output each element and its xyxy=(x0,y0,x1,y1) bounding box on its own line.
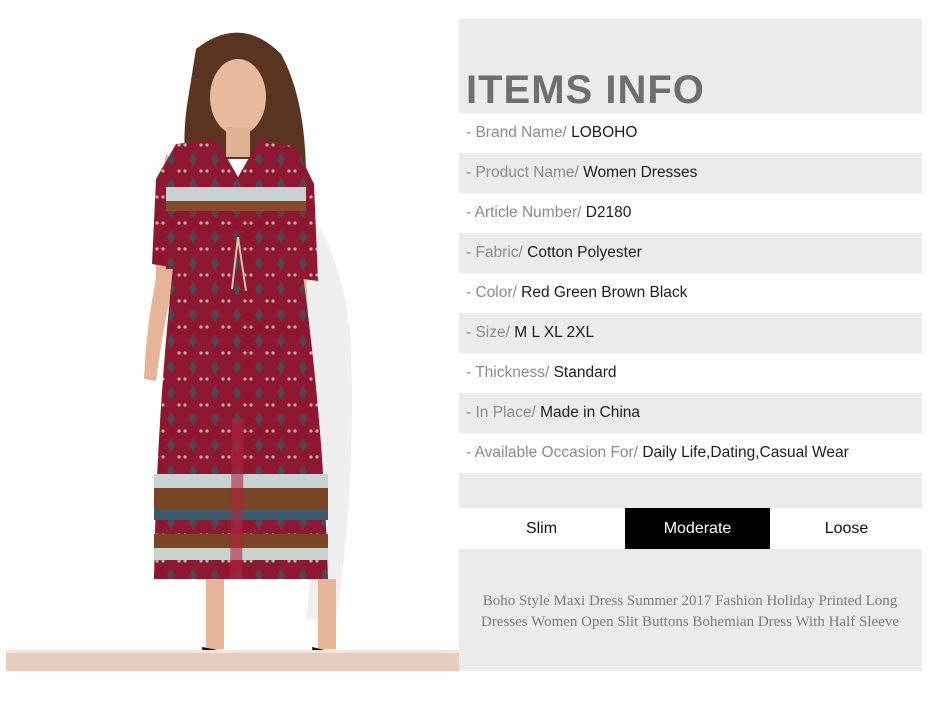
row-value: Made in China xyxy=(540,404,641,421)
info-rows: - Brand Name/ LOBOHO - Product Name/ Wom… xyxy=(459,113,922,473)
info-row-occasion: - Available Occasion For/ Daily Life,Dat… xyxy=(459,433,922,473)
items-info-title: ITEMS INFO xyxy=(466,68,705,112)
fit-option-loose[interactable]: Loose xyxy=(771,508,922,549)
info-row-fabric: - Fabric/ Cotton Polyester xyxy=(459,233,922,273)
row-value: Standard xyxy=(553,364,617,381)
row-value: Daily Life,Dating,Casual Wear xyxy=(642,444,849,461)
row-label: - Color/ xyxy=(466,284,522,301)
info-row-product-name: - Product Name/ Women Dresses xyxy=(459,153,922,193)
model-illustration xyxy=(144,32,352,665)
fit-option-moderate[interactable]: Moderate xyxy=(625,508,770,549)
floor xyxy=(6,653,459,671)
row-value: LOBOHO xyxy=(571,124,638,141)
product-description: Boho Style Maxi Dress Summer 2017 Fashio… xyxy=(480,593,899,630)
row-value: D2180 xyxy=(585,204,632,221)
fit-option-slim[interactable]: Slim xyxy=(459,508,624,549)
row-value: Red Green Brown Black xyxy=(521,284,688,301)
items-info-panel: ITEMS INFO - Brand Name/ LOBOHO - Produc… xyxy=(459,19,922,671)
model-photo xyxy=(6,19,459,671)
row-label: - In Place/ xyxy=(466,404,541,421)
info-row-brand: - Brand Name/ LOBOHO xyxy=(459,113,922,153)
row-label: - Article Number/ xyxy=(466,204,586,221)
row-label: - Product Name/ xyxy=(466,164,584,181)
info-row-color: - Color/ Red Green Brown Black xyxy=(459,273,922,313)
row-label: - Fabric/ xyxy=(466,244,528,261)
row-label: - Available Occasion For/ xyxy=(466,444,643,461)
product-info-banner: ITEMS INFO - Brand Name/ LOBOHO - Produc… xyxy=(6,19,922,671)
info-row-size: - Size/ M L XL 2XL xyxy=(459,313,922,353)
fit-selector: Slim Moderate Loose xyxy=(459,508,922,549)
row-label: - Size/ xyxy=(466,324,515,341)
info-row-thickness: - Thickness/ Standard xyxy=(459,353,922,393)
row-label: - Brand Name/ xyxy=(466,124,572,141)
row-label: - Thickness/ xyxy=(466,364,554,381)
row-value: Women Dresses xyxy=(583,164,698,181)
row-value: Cotton Polyester xyxy=(527,244,642,261)
row-value: M L XL 2XL xyxy=(514,324,595,341)
info-row-in-place: - In Place/ Made in China xyxy=(459,393,922,433)
info-row-article-number: - Article Number/ D2180 xyxy=(459,193,922,233)
